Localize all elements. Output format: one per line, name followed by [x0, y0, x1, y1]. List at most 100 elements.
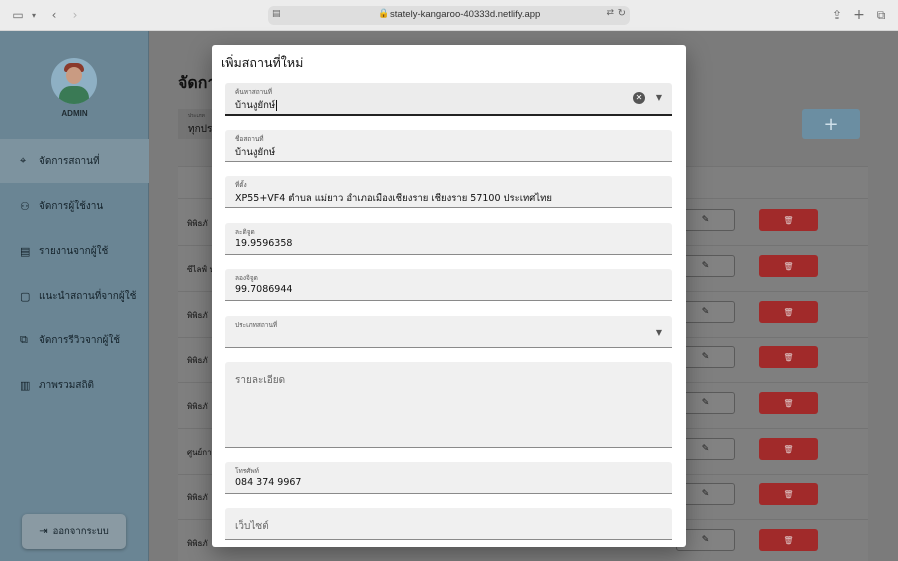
forward-icon[interactable]: › — [70, 7, 80, 23]
place-name-label: ชื่อสถานที่ — [235, 135, 264, 143]
page-title: จัดกา — [178, 73, 217, 92]
delete-button[interactable]: 🗑 — [759, 209, 818, 231]
chevron-down-icon[interactable]: ▼ — [656, 328, 662, 337]
tabs-overview-icon[interactable]: ⧉ — [875, 7, 887, 23]
place-search-value: บ้านงูยักษ์ — [235, 100, 276, 111]
trash-icon: 🗑 — [783, 535, 794, 545]
longitude-label: ลองจิจูด — [235, 274, 258, 282]
place-type-select[interactable]: ประเภทสถานที่ ▼ — [225, 316, 672, 348]
place-name: พิพิธภั — [187, 493, 208, 502]
chat-icon: ▢ — [20, 289, 31, 303]
chevron-down-icon[interactable]: ▼ — [656, 93, 662, 102]
url-text: stately-kangaroo-40333d.netlify.app — [390, 9, 541, 20]
logout-button[interactable]: ⇥ ออกจากระบบ — [22, 514, 126, 549]
trash-icon: 🗑 — [783, 444, 794, 454]
delete-button[interactable]: 🗑 — [759, 346, 818, 368]
text-cursor — [276, 100, 278, 111]
translate-icon[interactable]: ⇄ — [606, 8, 614, 18]
place-name: พิพิธภั — [187, 356, 208, 365]
address-value: XP55+VF4 ตำบล แม่ยาว อำเภอเมืองเชียงราย … — [235, 193, 552, 204]
place-name: ซีไลฟ์ บ — [187, 265, 215, 274]
reload-icon[interactable]: ↻ — [618, 8, 626, 19]
sidebar-item-label: จัดการสถานที่ — [39, 155, 100, 167]
edit-icon: ✎ — [701, 352, 710, 362]
dialog-title: เพิ่มสถานที่ใหม่ — [221, 55, 304, 70]
trash-icon: 🗑 — [783, 352, 794, 362]
edit-icon: ✎ — [701, 215, 710, 225]
place-name-value: บ้านงูยักษ์ — [235, 147, 276, 158]
website-field[interactable]: เว็บไซต์ — [225, 508, 672, 540]
user-gear-icon: ⚇ — [20, 199, 30, 213]
sidebar-item-label: จัดการผู้ใช้งาน — [39, 200, 104, 212]
edit-icon: ✎ — [701, 489, 710, 499]
logout-label: ออกจากระบบ — [52, 526, 109, 537]
delete-button[interactable]: 🗑 — [759, 392, 818, 414]
delete-button[interactable]: 🗑 — [759, 301, 818, 323]
edit-icon: ✎ — [701, 398, 710, 408]
sidebar-item-suggestions[interactable]: ▢ แนะนำสถานที่จากผู้ใช้ — [0, 274, 149, 318]
phone-label: โทรศัพท์ — [235, 467, 259, 475]
avatar — [51, 58, 97, 104]
trash-icon: 🗑 — [783, 261, 794, 271]
type-filter-value: ทุกปร — [188, 124, 213, 135]
logout-icon: ⇥ — [39, 526, 48, 537]
edit-icon: ✎ — [701, 535, 710, 545]
sidebar: ADMIN ⌖ จัดการสถานที่ ⚇ จัดการผู้ใช้งาน … — [0, 31, 149, 561]
longitude-field[interactable]: ลองจิจูด 99.7086944 — [225, 269, 672, 301]
add-place-dialog: เพิ่มสถานที่ใหม่ ค้นหาสถานที่ บ้านงูยักษ… — [212, 45, 686, 547]
edit-icon: ✎ — [701, 444, 710, 454]
place-search-label: ค้นหาสถานที่ — [235, 88, 273, 96]
longitude-value: 99.7086944 — [235, 284, 293, 295]
add-place-button[interactable]: + — [802, 109, 860, 139]
edit-icon: ✎ — [701, 307, 710, 317]
place-type-label: ประเภทสถานที่ — [235, 321, 278, 329]
place-name: พิพิธภั — [187, 219, 208, 228]
edit-icon: ✎ — [701, 261, 710, 271]
details-textarea[interactable]: รายละเอียด — [225, 362, 672, 448]
sidebar-item-label: รายงานจากผู้ใช้ — [39, 245, 109, 257]
sidebar-item-label: ภาพรวมสถิติ — [39, 379, 95, 391]
type-filter-label: ประเภท — [188, 113, 205, 119]
page-icon: ▤ — [272, 9, 281, 19]
sidebar-item-label: แนะนำสถานที่จากผู้ใช้ — [39, 290, 137, 302]
sidebar-item-statistics[interactable]: ▥ ภาพรวมสถิติ — [0, 363, 149, 407]
trash-icon: 🗑 — [783, 215, 794, 225]
place-name-field[interactable]: ชื่อสถานที่ บ้านงูยักษ์ — [225, 130, 672, 162]
map-pin-icon: ⌖ — [20, 154, 27, 167]
phone-value: 084 374 9967 — [235, 477, 302, 488]
chevron-down-icon[interactable]: ▾ — [30, 7, 38, 23]
share-icon[interactable]: ⇪ — [831, 7, 843, 23]
sidebar-item-label: จัดการรีวิวจากผู้ใช้ — [39, 334, 121, 346]
delete-button[interactable]: 🗑 — [759, 483, 818, 505]
trash-icon: 🗑 — [783, 489, 794, 499]
latitude-label: ละติจูด — [235, 228, 255, 236]
place-name: พิพิธภั — [187, 402, 208, 411]
place-name: พิพิธภั — [187, 539, 208, 548]
sidebar-toggle-icon[interactable]: ▭ — [10, 7, 26, 23]
place-name: พิพิธภั — [187, 311, 208, 320]
address-bar[interactable]: ▤ 🔒 stately-kangaroo-40333d.netlify.app … — [268, 6, 630, 25]
lock-icon: 🔒 — [378, 9, 390, 19]
sidebar-item-places[interactable]: ⌖ จัดการสถานที่ — [0, 139, 149, 183]
back-icon[interactable]: ‹ — [49, 7, 59, 23]
clear-icon[interactable]: ✕ — [633, 92, 645, 104]
trash-icon: 🗑 — [783, 307, 794, 317]
address-label: ที่ตั้ง — [235, 181, 247, 189]
delete-button[interactable]: 🗑 — [759, 529, 818, 551]
delete-button[interactable]: 🗑 — [759, 438, 818, 460]
delete-button[interactable]: 🗑 — [759, 255, 818, 277]
place-name: ศูนย์กา — [187, 448, 212, 457]
new-tab-icon[interactable]: + — [853, 7, 865, 23]
browser-toolbar: ▭ ▾ ‹ › ▤ 🔒 stately-kangaroo-40333d.netl… — [0, 0, 898, 31]
sidebar-item-reports[interactable]: ▤ รายงานจากผู้ใช้ — [0, 229, 149, 273]
user-role-label: ADMIN — [61, 109, 88, 118]
bar-chart-icon: ▥ — [20, 378, 31, 392]
sidebar-item-reviews[interactable]: ⧉ จัดการรีวิวจากผู้ใช้ — [0, 318, 149, 362]
address-field[interactable]: ที่ตั้ง XP55+VF4 ตำบล แม่ยาว อำเภอเมืองเ… — [225, 176, 672, 208]
latitude-field[interactable]: ละติจูด 19.9596358 — [225, 223, 672, 255]
clipboard-icon: ▤ — [20, 244, 31, 258]
phone-field[interactable]: โทรศัพท์ 084 374 9967 — [225, 462, 672, 494]
sidebar-item-users[interactable]: ⚇ จัดการผู้ใช้งาน — [0, 184, 149, 228]
place-search-input[interactable]: ค้นหาสถานที่ บ้านงูยักษ์ ✕ ▼ — [225, 83, 672, 116]
latitude-value: 19.9596358 — [235, 238, 293, 249]
